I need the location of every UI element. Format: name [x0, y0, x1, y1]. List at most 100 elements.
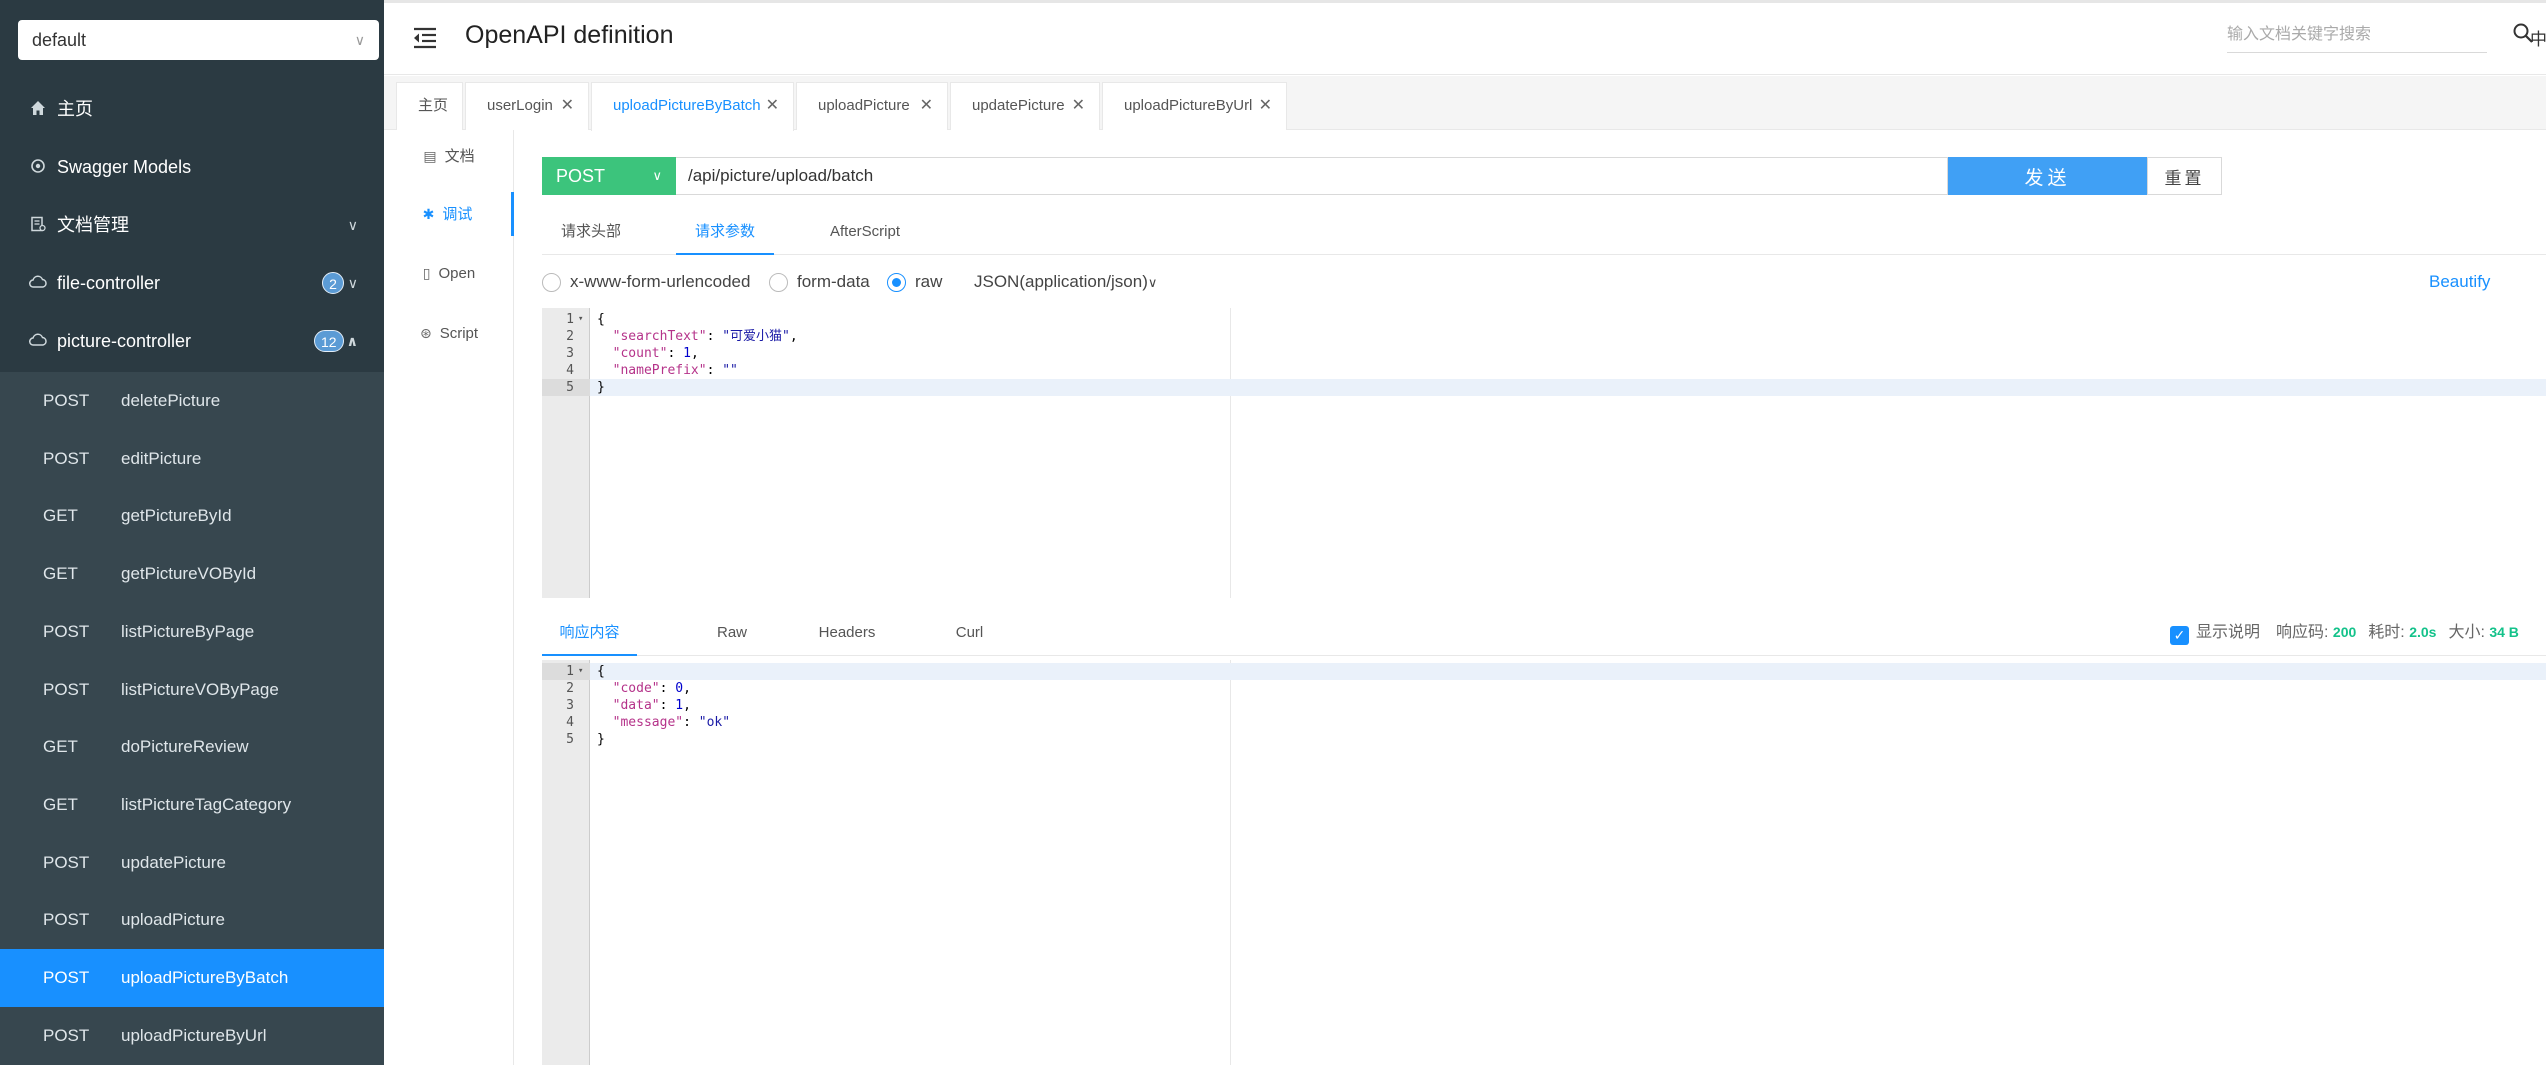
code-text: }	[597, 380, 605, 395]
api-item-updatepicture[interactable]: POST updatePicture	[0, 834, 384, 892]
radio-label: raw	[915, 272, 943, 291]
api-item-getpicturebyid[interactable]: GET getPictureById	[0, 487, 384, 545]
close-icon[interactable]: ✕	[561, 83, 574, 129]
sidebar-item-picture-controller[interactable]: picture-controller 12 ∧	[0, 312, 384, 370]
api-list: POST deletePicture POST editPicture GET getPi…	[0, 372, 384, 1065]
request-body-editor[interactable]: 1 ▾{2 "searchText": "可爱小猫", 3 "count": 1, 4…	[542, 308, 2546, 598]
fold-arrow-icon[interactable]: ▾	[578, 663, 583, 680]
bug-icon: ✱	[422, 206, 435, 222]
api-name: doPictureReview	[121, 737, 249, 757]
api-method: GET	[43, 737, 78, 757]
mode-doc[interactable]: ▤ 文档	[384, 134, 514, 178]
count-badge: 2	[322, 272, 344, 294]
tab-label: uploadPictureByBatch	[613, 97, 761, 114]
code-line: 1 ▾{	[542, 663, 2546, 680]
api-name: listPictureByPage	[121, 621, 255, 641]
models-icon	[28, 138, 48, 196]
group-select[interactable]: default ∨	[18, 20, 379, 60]
tab-label: userLogin	[487, 97, 553, 114]
tab-updatepicture[interactable]: updatePicture ✕	[950, 82, 1100, 130]
code-text: }	[597, 732, 605, 747]
mode-script[interactable]: ⊛ Script	[384, 311, 514, 355]
page-title: OpenAPI definition	[465, 21, 674, 49]
chevron-down-icon: ∨	[652, 168, 662, 183]
content-type-select[interactable]: JSON(application/json)∨	[974, 264, 1157, 301]
api-method: POST	[43, 391, 90, 410]
sidebar-item-doc-management[interactable]: 文档管理 ∨	[0, 196, 384, 254]
api-method: POST	[43, 1025, 90, 1045]
api-item-uploadpicture[interactable]: POST uploadPicture	[0, 891, 384, 949]
close-icon[interactable]: ✕	[1259, 83, 1272, 129]
code-line: 5}	[542, 379, 2546, 396]
line-number: 2	[566, 329, 574, 344]
fold-arrow-icon[interactable]: ▾	[578, 311, 583, 328]
api-name: listPictureVOByPage	[121, 679, 279, 699]
cloud-icon	[28, 312, 48, 370]
api-item-uploadpicturebyurl[interactable]: POST uploadPictureByUrl	[0, 1007, 384, 1065]
api-item-dopicturereview[interactable]: GET doPictureReview	[0, 718, 384, 776]
reset-button[interactable]: 重置	[2147, 157, 2222, 195]
api-item-listpicturebypage[interactable]: POST listPictureByPage	[0, 603, 384, 661]
mode-label: Open	[438, 265, 476, 282]
beautify-button[interactable]: Beautify	[2429, 264, 2490, 300]
code-text: {	[597, 312, 605, 327]
api-method: POST	[43, 679, 90, 699]
tab-response-headers[interactable]: Headers	[792, 610, 902, 656]
tab-afterscript[interactable]: AfterScript	[810, 209, 920, 255]
tab-home[interactable]: 主页	[396, 82, 463, 130]
api-name: getPictureVOById	[121, 564, 257, 584]
sidebar-item-swagger-models[interactable]: Swagger Models	[0, 138, 384, 196]
api-item-listpicturetagcategory[interactable]: GET listPictureTagCategory	[0, 776, 384, 834]
api-item-uploadpicturebybatch[interactable]: POST uploadPictureByBatch	[0, 949, 384, 1007]
send-button[interactable]: 发送	[1948, 157, 2147, 195]
language-toggle[interactable]: 中	[2530, 25, 2546, 50]
body-type-options: x-www-form-urlencoded form-data raw JSON…	[542, 264, 2490, 301]
docs-icon	[28, 196, 48, 254]
api-method: GET	[43, 506, 78, 526]
menu-collapse-icon[interactable]	[412, 25, 438, 51]
close-icon[interactable]: ✕	[766, 83, 779, 129]
tab-request-params[interactable]: 请求参数	[676, 209, 774, 255]
tab-uploadpicturebyurl[interactable]: uploadPictureByUrl ✕	[1102, 82, 1287, 130]
tab-userlogin[interactable]: userLogin ✕	[465, 82, 589, 130]
line-number: 2	[566, 681, 574, 696]
tab-uploadpicture[interactable]: uploadPicture ✕	[796, 82, 948, 130]
chevron-down-icon: ∨	[354, 32, 365, 48]
api-item-getpicturevobyid[interactable]: GET getPictureVOById	[0, 545, 384, 603]
group-select-value: default	[32, 30, 87, 50]
response-meta: ✓ 显示说明 响应码: 200 耗时: 2.0s 大小: 34 B	[2170, 615, 2519, 649]
response-body-editor[interactable]: 1 ▾{2 "code": 0, 3 "data": 1, 4 "message": …	[542, 660, 2546, 1065]
api-item-deletepicture[interactable]: POST deletePicture	[0, 372, 384, 430]
script-icon: ⊛	[419, 325, 432, 341]
code-text: {	[597, 664, 605, 679]
api-name: getPictureById	[121, 506, 232, 526]
time-label: 耗时:	[2368, 624, 2405, 641]
api-item-listpicturevobypage[interactable]: POST listPictureVOByPage	[0, 661, 384, 719]
tab-response-curl[interactable]: Curl	[927, 610, 1012, 656]
code-line: 2 "searchText": "可爱小猫",	[542, 328, 2546, 345]
code-text: "message": "ok"	[612, 715, 731, 730]
api-method: GET	[43, 564, 78, 584]
tab-response-raw[interactable]: Raw	[692, 610, 772, 656]
api-item-editpicture[interactable]: POST editPicture	[0, 430, 384, 488]
tab-response-content[interactable]: 响应内容	[542, 610, 637, 656]
api-name: deletePicture	[121, 391, 221, 410]
code-line: 4 "namePrefix": ""	[542, 362, 2546, 379]
sidebar-item-home[interactable]: 主页	[0, 80, 384, 138]
tab-uploadpicturebybatch[interactable]: uploadPictureByBatch ✕	[591, 82, 794, 131]
radio-circle	[542, 273, 561, 292]
close-icon[interactable]: ✕	[1072, 83, 1085, 129]
url-input[interactable]	[676, 157, 1948, 195]
method-select[interactable]: POST ∨	[542, 157, 676, 195]
close-icon[interactable]: ✕	[920, 83, 933, 129]
sidebar-item-file-controller[interactable]: file-controller 2 ∨	[0, 254, 384, 312]
size-value: 34 B	[2489, 624, 2519, 640]
mode-debug[interactable]: ✱ 调试	[384, 192, 514, 236]
sidebar-item-label: 文档管理	[57, 215, 129, 235]
tab-request-headers[interactable]: 请求头部	[542, 209, 640, 255]
chevron-down-icon: ∨	[1147, 275, 1158, 290]
doc-search-input[interactable]	[2227, 17, 2487, 53]
mode-open[interactable]: ▯ Open	[384, 251, 514, 295]
code-line: 4 "message": "ok"	[542, 714, 2546, 731]
checkbox-checked-icon[interactable]: ✓	[2170, 626, 2189, 645]
